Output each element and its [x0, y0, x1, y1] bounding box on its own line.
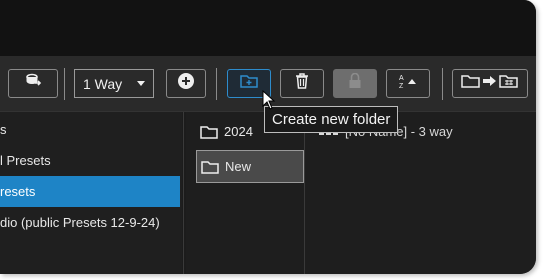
- title-bar: [0, 0, 536, 56]
- chevron-down-icon: [137, 81, 145, 86]
- list-item-selected[interactable]: resets: [0, 176, 180, 207]
- tooltip-text: Create new folder: [272, 111, 391, 128]
- new-folder-icon: [240, 74, 258, 93]
- tooltip: Create new folder: [264, 106, 399, 133]
- direction-select-value: 1 Way: [83, 75, 123, 92]
- folder-icon: [201, 160, 219, 174]
- trash-icon: [295, 73, 309, 94]
- move-to-folder-icon: [461, 74, 519, 93]
- sort-az-icon: A Z: [398, 73, 418, 94]
- list-item-label: dio (public Presets 12-9-24): [0, 215, 160, 230]
- move-to-folder-button[interactable]: [452, 69, 528, 98]
- list-item[interactable]: l Presets: [0, 145, 180, 176]
- lock-button[interactable]: [333, 69, 377, 98]
- toolbar-separator: [216, 68, 217, 100]
- cursor-icon: [262, 89, 276, 115]
- list-item-label: s: [0, 122, 7, 137]
- svg-text:Z: Z: [399, 83, 404, 89]
- list-item-label: l Presets: [0, 153, 51, 168]
- layers-swap-button[interactable]: [8, 69, 58, 98]
- lock-icon: [348, 72, 362, 94]
- toolbar-separator: [64, 68, 65, 100]
- direction-select[interactable]: 1 Way: [74, 69, 154, 98]
- add-button[interactable]: [166, 69, 206, 98]
- preset-groups-list: s l Presets resets dio (public Presets 1…: [0, 112, 182, 274]
- presets-list: [No Name] - 3 way: [305, 112, 536, 274]
- layers-swap-icon: [24, 73, 42, 94]
- delete-button[interactable]: [280, 69, 324, 98]
- folder-icon: [200, 125, 218, 139]
- list-item-label: resets: [0, 184, 36, 199]
- list-item[interactable]: s: [0, 114, 180, 145]
- svg-text:A: A: [399, 75, 404, 82]
- panel-divider[interactable]: [183, 112, 184, 274]
- app-window: 1 Way A Z s l Presets resets dio (public…: [0, 0, 536, 274]
- folder-item-selected[interactable]: New: [196, 150, 304, 183]
- folder-label: New: [225, 159, 252, 174]
- list-item[interactable]: dio (public Presets 12-9-24): [0, 207, 180, 238]
- toolbar-separator: [442, 68, 443, 100]
- folders-list: 2024 New: [186, 112, 304, 274]
- add-circle-icon: [177, 72, 195, 95]
- sort-button[interactable]: A Z: [386, 69, 430, 98]
- folder-label: 2024: [224, 124, 253, 139]
